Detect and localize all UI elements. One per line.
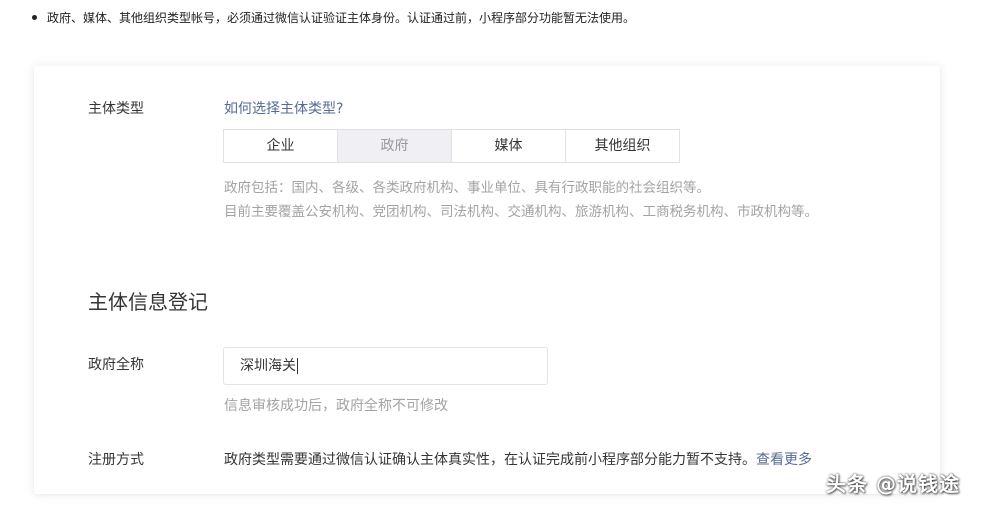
bullet-icon xyxy=(32,15,37,20)
subject-type-option-government[interactable]: 政府 xyxy=(338,130,452,162)
subject-type-option-media[interactable]: 媒体 xyxy=(452,130,566,162)
registration-method-desc: 政府类型需要通过微信认证确认主体真实性，在认证完成前小程序部分能力暂不支持。 xyxy=(224,452,756,468)
subject-type-option-other[interactable]: 其他组织 xyxy=(566,130,679,162)
registration-method-label: 注册方式 xyxy=(88,452,144,468)
subject-type-label: 主体类型 xyxy=(88,101,144,117)
gov-name-input[interactable]: 深圳海关 xyxy=(223,347,548,385)
subject-type-desc-line2: 目前主要覆盖公安机构、党团机构、司法机构、交通机构、旅游机构、工商税务机构、市政… xyxy=(224,204,818,220)
gov-name-value: 深圳海关 xyxy=(240,358,296,374)
subject-type-desc-line1: 政府包括：国内、各级、各类政府机构、事业单位、具有行政职能的社会组织等。 xyxy=(224,180,710,196)
notice-line: 政府、媒体、其他组织类型帐号，必须通过微信认证验证主体身份。认证通过前，小程序部… xyxy=(32,9,635,26)
text-caret xyxy=(297,358,298,374)
gov-name-label: 政府全称 xyxy=(88,357,144,373)
section-title: 主体信息登记 xyxy=(88,290,208,314)
view-more-link[interactable]: 查看更多 xyxy=(756,452,812,468)
notice-text: 政府、媒体、其他组织类型帐号，必须通过微信认证验证主体身份。认证通过前，小程序部… xyxy=(47,11,636,25)
subject-type-selector: 企业 政府 媒体 其他组织 xyxy=(223,129,680,163)
watermark: 头条 @说钱途 xyxy=(826,472,960,496)
registration-card: 主体类型 如何选择主体类型? 企业 政府 媒体 其他组织 政府包括：国内、各级、… xyxy=(34,66,940,494)
gov-name-hint: 信息审核成功后，政府全称不可修改 xyxy=(224,398,448,414)
subject-type-option-enterprise[interactable]: 企业 xyxy=(224,130,338,162)
subject-type-help-link[interactable]: 如何选择主体类型? xyxy=(224,98,343,118)
registration-method-text: 政府类型需要通过微信认证确认主体真实性，在认证完成前小程序部分能力暂不支持。查看… xyxy=(224,449,812,469)
